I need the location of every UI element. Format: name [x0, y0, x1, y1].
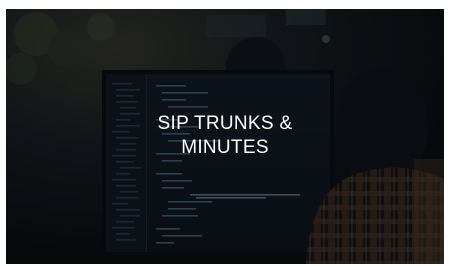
card-title-line-2: MINUTES — [181, 137, 269, 158]
service-card[interactable]: SIP TRUNKS & MINUTES — [6, 9, 444, 264]
card-title: SIP TRUNKS & MINUTES — [6, 112, 444, 160]
card-title-line-1: SIP TRUNKS & — [157, 113, 293, 134]
